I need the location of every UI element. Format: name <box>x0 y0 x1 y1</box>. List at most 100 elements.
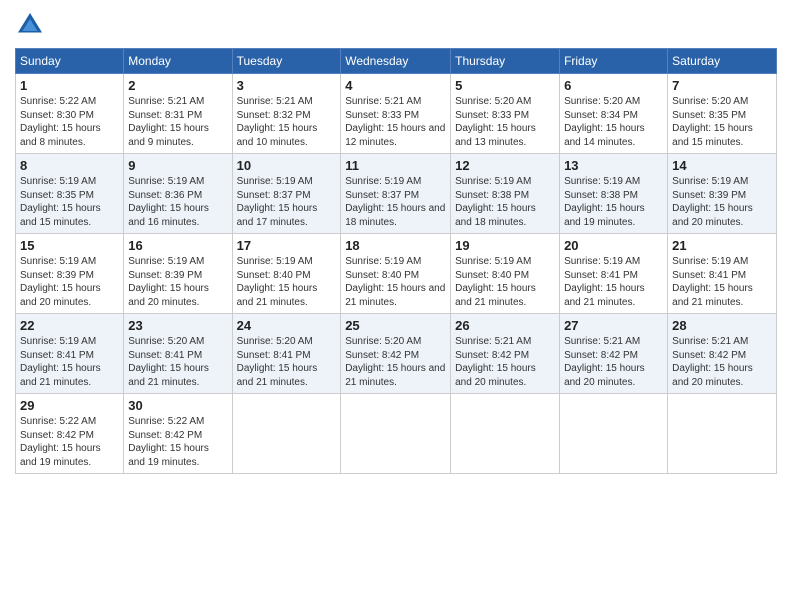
day-number: 3 <box>237 78 337 93</box>
week-row-3: 15 Sunrise: 5:19 AM Sunset: 8:39 PM Dayl… <box>16 234 777 314</box>
day-info: Sunrise: 5:19 AM Sunset: 8:40 PM Dayligh… <box>237 255 337 309</box>
calendar-cell: 19 Sunrise: 5:19 AM Sunset: 8:40 PM Dayl… <box>451 234 560 314</box>
day-info: Sunrise: 5:20 AM Sunset: 8:42 PM Dayligh… <box>345 335 446 389</box>
calendar-cell: 8 Sunrise: 5:19 AM Sunset: 8:35 PM Dayli… <box>16 154 124 234</box>
calendar-table: SundayMondayTuesdayWednesdayThursdayFrid… <box>15 48 777 474</box>
day-info: Sunrise: 5:19 AM Sunset: 8:41 PM Dayligh… <box>564 255 663 309</box>
calendar-cell: 20 Sunrise: 5:19 AM Sunset: 8:41 PM Dayl… <box>560 234 668 314</box>
day-info: Sunrise: 5:21 AM Sunset: 8:42 PM Dayligh… <box>564 335 663 389</box>
day-number: 2 <box>128 78 227 93</box>
day-number: 5 <box>455 78 555 93</box>
day-info: Sunrise: 5:21 AM Sunset: 8:42 PM Dayligh… <box>672 335 772 389</box>
calendar-cell: 24 Sunrise: 5:20 AM Sunset: 8:41 PM Dayl… <box>232 314 341 394</box>
day-number: 14 <box>672 158 772 173</box>
day-number: 20 <box>564 238 663 253</box>
col-header-saturday: Saturday <box>668 49 777 74</box>
day-number: 18 <box>345 238 446 253</box>
calendar-cell: 7 Sunrise: 5:20 AM Sunset: 8:35 PM Dayli… <box>668 74 777 154</box>
day-info: Sunrise: 5:22 AM Sunset: 8:30 PM Dayligh… <box>20 95 119 149</box>
day-info: Sunrise: 5:20 AM Sunset: 8:41 PM Dayligh… <box>237 335 337 389</box>
day-info: Sunrise: 5:20 AM Sunset: 8:41 PM Dayligh… <box>128 335 227 389</box>
col-header-thursday: Thursday <box>451 49 560 74</box>
day-number: 21 <box>672 238 772 253</box>
day-number: 19 <box>455 238 555 253</box>
calendar-cell: 13 Sunrise: 5:19 AM Sunset: 8:38 PM Dayl… <box>560 154 668 234</box>
calendar-cell: 28 Sunrise: 5:21 AM Sunset: 8:42 PM Dayl… <box>668 314 777 394</box>
calendar-cell: 10 Sunrise: 5:19 AM Sunset: 8:37 PM Dayl… <box>232 154 341 234</box>
calendar-cell: 16 Sunrise: 5:19 AM Sunset: 8:39 PM Dayl… <box>124 234 232 314</box>
day-number: 13 <box>564 158 663 173</box>
calendar-cell: 9 Sunrise: 5:19 AM Sunset: 8:36 PM Dayli… <box>124 154 232 234</box>
day-info: Sunrise: 5:19 AM Sunset: 8:39 PM Dayligh… <box>20 255 119 309</box>
calendar-cell: 1 Sunrise: 5:22 AM Sunset: 8:30 PM Dayli… <box>16 74 124 154</box>
day-info: Sunrise: 5:19 AM Sunset: 8:35 PM Dayligh… <box>20 175 119 229</box>
day-info: Sunrise: 5:19 AM Sunset: 8:41 PM Dayligh… <box>672 255 772 309</box>
col-header-sunday: Sunday <box>16 49 124 74</box>
calendar-cell: 30 Sunrise: 5:22 AM Sunset: 8:42 PM Dayl… <box>124 394 232 474</box>
day-number: 12 <box>455 158 555 173</box>
day-info: Sunrise: 5:20 AM Sunset: 8:33 PM Dayligh… <box>455 95 555 149</box>
calendar-cell: 11 Sunrise: 5:19 AM Sunset: 8:37 PM Dayl… <box>341 154 451 234</box>
calendar-cell <box>451 394 560 474</box>
header <box>15 10 777 40</box>
day-number: 23 <box>128 318 227 333</box>
col-header-tuesday: Tuesday <box>232 49 341 74</box>
day-number: 22 <box>20 318 119 333</box>
day-number: 1 <box>20 78 119 93</box>
day-number: 10 <box>237 158 337 173</box>
day-number: 29 <box>20 398 119 413</box>
day-info: Sunrise: 5:19 AM Sunset: 8:39 PM Dayligh… <box>672 175 772 229</box>
calendar-cell: 17 Sunrise: 5:19 AM Sunset: 8:40 PM Dayl… <box>232 234 341 314</box>
week-row-4: 22 Sunrise: 5:19 AM Sunset: 8:41 PM Dayl… <box>16 314 777 394</box>
calendar-cell: 29 Sunrise: 5:22 AM Sunset: 8:42 PM Dayl… <box>16 394 124 474</box>
day-info: Sunrise: 5:19 AM Sunset: 8:38 PM Dayligh… <box>455 175 555 229</box>
calendar-cell <box>560 394 668 474</box>
day-number: 26 <box>455 318 555 333</box>
day-number: 11 <box>345 158 446 173</box>
day-info: Sunrise: 5:19 AM Sunset: 8:40 PM Dayligh… <box>345 255 446 309</box>
calendar-cell: 25 Sunrise: 5:20 AM Sunset: 8:42 PM Dayl… <box>341 314 451 394</box>
calendar-cell <box>341 394 451 474</box>
calendar-cell: 21 Sunrise: 5:19 AM Sunset: 8:41 PM Dayl… <box>668 234 777 314</box>
calendar-cell: 2 Sunrise: 5:21 AM Sunset: 8:31 PM Dayli… <box>124 74 232 154</box>
week-row-5: 29 Sunrise: 5:22 AM Sunset: 8:42 PM Dayl… <box>16 394 777 474</box>
calendar-cell: 23 Sunrise: 5:20 AM Sunset: 8:41 PM Dayl… <box>124 314 232 394</box>
week-row-2: 8 Sunrise: 5:19 AM Sunset: 8:35 PM Dayli… <box>16 154 777 234</box>
day-info: Sunrise: 5:19 AM Sunset: 8:40 PM Dayligh… <box>455 255 555 309</box>
day-info: Sunrise: 5:21 AM Sunset: 8:31 PM Dayligh… <box>128 95 227 149</box>
page-container: SundayMondayTuesdayWednesdayThursdayFrid… <box>0 0 792 612</box>
day-info: Sunrise: 5:22 AM Sunset: 8:42 PM Dayligh… <box>128 415 227 469</box>
calendar-cell: 3 Sunrise: 5:21 AM Sunset: 8:32 PM Dayli… <box>232 74 341 154</box>
day-info: Sunrise: 5:22 AM Sunset: 8:42 PM Dayligh… <box>20 415 119 469</box>
day-number: 30 <box>128 398 227 413</box>
calendar-cell <box>668 394 777 474</box>
day-number: 9 <box>128 158 227 173</box>
day-info: Sunrise: 5:20 AM Sunset: 8:35 PM Dayligh… <box>672 95 772 149</box>
header-row: SundayMondayTuesdayWednesdayThursdayFrid… <box>16 49 777 74</box>
col-header-wednesday: Wednesday <box>341 49 451 74</box>
calendar-cell: 12 Sunrise: 5:19 AM Sunset: 8:38 PM Dayl… <box>451 154 560 234</box>
day-number: 27 <box>564 318 663 333</box>
day-info: Sunrise: 5:19 AM Sunset: 8:37 PM Dayligh… <box>345 175 446 229</box>
calendar-cell: 4 Sunrise: 5:21 AM Sunset: 8:33 PM Dayli… <box>341 74 451 154</box>
day-number: 17 <box>237 238 337 253</box>
day-info: Sunrise: 5:19 AM Sunset: 8:39 PM Dayligh… <box>128 255 227 309</box>
calendar-cell: 6 Sunrise: 5:20 AM Sunset: 8:34 PM Dayli… <box>560 74 668 154</box>
day-number: 8 <box>20 158 119 173</box>
calendar-cell: 15 Sunrise: 5:19 AM Sunset: 8:39 PM Dayl… <box>16 234 124 314</box>
logo-icon <box>15 10 45 40</box>
day-info: Sunrise: 5:21 AM Sunset: 8:42 PM Dayligh… <box>455 335 555 389</box>
day-number: 16 <box>128 238 227 253</box>
day-info: Sunrise: 5:19 AM Sunset: 8:38 PM Dayligh… <box>564 175 663 229</box>
day-number: 25 <box>345 318 446 333</box>
day-number: 28 <box>672 318 772 333</box>
calendar-cell: 14 Sunrise: 5:19 AM Sunset: 8:39 PM Dayl… <box>668 154 777 234</box>
col-header-friday: Friday <box>560 49 668 74</box>
day-info: Sunrise: 5:19 AM Sunset: 8:36 PM Dayligh… <box>128 175 227 229</box>
calendar-cell: 26 Sunrise: 5:21 AM Sunset: 8:42 PM Dayl… <box>451 314 560 394</box>
week-row-1: 1 Sunrise: 5:22 AM Sunset: 8:30 PM Dayli… <box>16 74 777 154</box>
col-header-monday: Monday <box>124 49 232 74</box>
day-info: Sunrise: 5:21 AM Sunset: 8:32 PM Dayligh… <box>237 95 337 149</box>
day-info: Sunrise: 5:19 AM Sunset: 8:37 PM Dayligh… <box>237 175 337 229</box>
day-number: 24 <box>237 318 337 333</box>
